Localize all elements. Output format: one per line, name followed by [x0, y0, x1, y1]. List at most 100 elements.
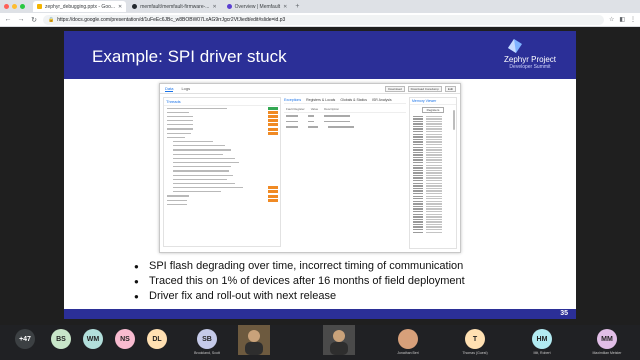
bullet-text: SPI flash degrading over time, incorrect…	[149, 260, 464, 272]
slide-header: Example: SPI driver stuck Zephyr Project…	[64, 31, 576, 79]
participant-video[interactable]	[238, 325, 270, 355]
participant-avatar: DL	[147, 329, 167, 349]
github-icon	[132, 4, 138, 9]
participant[interactable]: WM	[78, 329, 108, 359]
slide: Example: SPI driver stuck Zephyr Project…	[64, 31, 576, 319]
address-bar[interactable]: 🔒 https://docs.google.com/presentation/d…	[43, 14, 604, 25]
close-tab-icon[interactable]: ✕	[212, 4, 216, 10]
participant-avatar: MM	[597, 329, 617, 349]
download-button: Download	[385, 86, 405, 92]
tab-data: Data	[165, 85, 174, 92]
participant-avatar: WM	[83, 329, 103, 349]
window-controls	[4, 4, 25, 9]
maximize-window-button[interactable]	[20, 4, 25, 9]
new-tab-button[interactable]: +	[295, 3, 299, 10]
close-tab-icon[interactable]: ✕	[283, 4, 287, 10]
participant-name: Mit, Robert	[533, 351, 551, 355]
participant[interactable]: SB Brookland, Scott	[192, 329, 222, 359]
exceptions-tabs: Exceptions Registers & Locals Globals & …	[284, 97, 406, 104]
slide-footer: 35	[64, 309, 576, 319]
participant[interactable]: BS	[46, 329, 76, 359]
exceptions-panel: Exceptions Registers & Locals Globals & …	[284, 97, 406, 247]
thread-row	[164, 202, 280, 206]
menu-icon[interactable]: ⋮	[630, 16, 636, 23]
bullet-icon: ●	[134, 292, 139, 301]
bullet-item: ● Traced this on 1% of devices after 16 m…	[134, 274, 554, 289]
participant-strip: +47 BS WM NS DL SB Brookland, Scott Jonathan Be…	[0, 325, 640, 360]
browser-chrome: zephyr_debugging.pptx - Goo... ✕ memfaul…	[0, 0, 640, 27]
close-window-button[interactable]	[4, 4, 9, 9]
participant[interactable]: DL	[142, 329, 172, 359]
col-value: Value	[310, 107, 319, 111]
participant[interactable]: +47	[10, 329, 40, 359]
extensions-icon[interactable]: ◧	[619, 16, 625, 23]
tab-logs: Logs	[181, 86, 191, 91]
close-tab-icon[interactable]: ✕	[118, 4, 122, 10]
bullet-text: Traced this on 1% of devices after 16 mo…	[149, 275, 465, 287]
memory-select: Registers	[422, 107, 444, 113]
participant-name: Thomas (Guest)	[462, 351, 488, 355]
participant[interactable]: Jonathan Beri	[393, 329, 423, 359]
participant-avatar: T	[465, 329, 485, 349]
participant-avatar: +47	[15, 329, 35, 349]
participant-avatar	[398, 329, 418, 349]
bullet-item: ● Driver fix and roll-out with next relea…	[134, 289, 554, 304]
participant-name: Maximilian Meister	[592, 351, 622, 355]
slide-number: 35	[560, 310, 568, 317]
threads-header: Threads	[164, 98, 280, 106]
browser-tab-github[interactable]: memfault/memfault-firmware-... ✕	[128, 1, 220, 12]
bullet-item: ● SPI flash degrading over time, incorrec…	[134, 259, 554, 274]
memory-row	[410, 231, 456, 234]
memfault-screenshot: Data Logs Download Download Coredump Edi…	[159, 83, 461, 253]
download-coredump-button: Download Coredump	[407, 86, 442, 92]
participant-avatar: SB	[197, 329, 217, 349]
tab-exceptions: Exceptions	[284, 98, 302, 102]
participant-name: Jonathan Beri	[397, 351, 419, 355]
participant[interactable]: NS	[110, 329, 140, 359]
participant[interactable]: T Thomas (Guest)	[460, 329, 490, 359]
participant[interactable]: HM Mit, Robert	[527, 329, 557, 359]
col-description: Description	[324, 107, 340, 111]
bullet-list: ● SPI flash degrading over time, incorrec…	[134, 259, 554, 304]
slide-title: Example: SPI driver stuck	[92, 47, 287, 66]
col-fault-register: Fault Register	[286, 107, 305, 111]
forward-icon[interactable]: →	[17, 16, 25, 23]
memfault-icon	[226, 4, 232, 9]
tab-registers: Registers & Locals	[306, 98, 336, 102]
url-text: https://docs.google.com/presentation/d/1…	[57, 16, 286, 23]
minimize-window-button[interactable]	[12, 4, 17, 9]
tab-isr: ISR Analysis	[371, 98, 392, 102]
screenshot-buttons: Download Download Coredump Edit	[385, 86, 456, 92]
participant-avatar: HM	[532, 329, 552, 349]
browser-toolbar: ← → ↻ 🔒 https://docs.google.com/presenta…	[0, 13, 640, 27]
table-row	[284, 124, 406, 130]
fault-table-header: Fault Register Value Description	[284, 104, 406, 113]
bullet-text: Driver fix and roll-out with next releas…	[149, 290, 337, 302]
tab-label: Overview | Memfault	[234, 3, 281, 10]
participant-video[interactable]	[323, 325, 355, 355]
logo-subtitle: Developer Summit	[509, 64, 551, 70]
zephyr-kite-icon	[508, 39, 522, 53]
star-icon[interactable]: ☆	[609, 16, 614, 23]
bullet-icon: ●	[134, 262, 139, 271]
tab-label: memfault/memfault-firmware-...	[140, 3, 210, 10]
tab-globals: Globals & Statics	[340, 98, 367, 102]
lock-icon: 🔒	[48, 16, 55, 23]
reload-icon[interactable]: ↻	[30, 16, 38, 24]
bullet-icon: ●	[134, 277, 139, 286]
participant-avatar: BS	[51, 329, 71, 349]
slides-icon	[37, 4, 42, 9]
participant-avatar: NS	[115, 329, 135, 349]
participant[interactable]: MM Maximilian Meister	[592, 329, 622, 359]
edit-button: Edit	[444, 86, 456, 92]
memory-viewer-header: Memory Viewer	[410, 98, 456, 105]
participant-name: Brookland, Scott	[194, 351, 220, 355]
logo-name: Zephyr Project	[503, 55, 557, 64]
browser-tab-memfault[interactable]: Overview | Memfault ✕	[223, 1, 292, 12]
memory-scrollbar	[453, 110, 455, 130]
presentation-stage: Example: SPI driver stuck Zephyr Project…	[0, 27, 640, 325]
toolbar-icons: ☆ ◧ ⋮	[609, 16, 636, 23]
back-icon[interactable]: ←	[4, 16, 12, 23]
browser-tab-slides[interactable]: zephyr_debugging.pptx - Goo... ✕	[33, 1, 127, 12]
memory-viewer-panel: Memory Viewer Registers	[409, 97, 457, 249]
